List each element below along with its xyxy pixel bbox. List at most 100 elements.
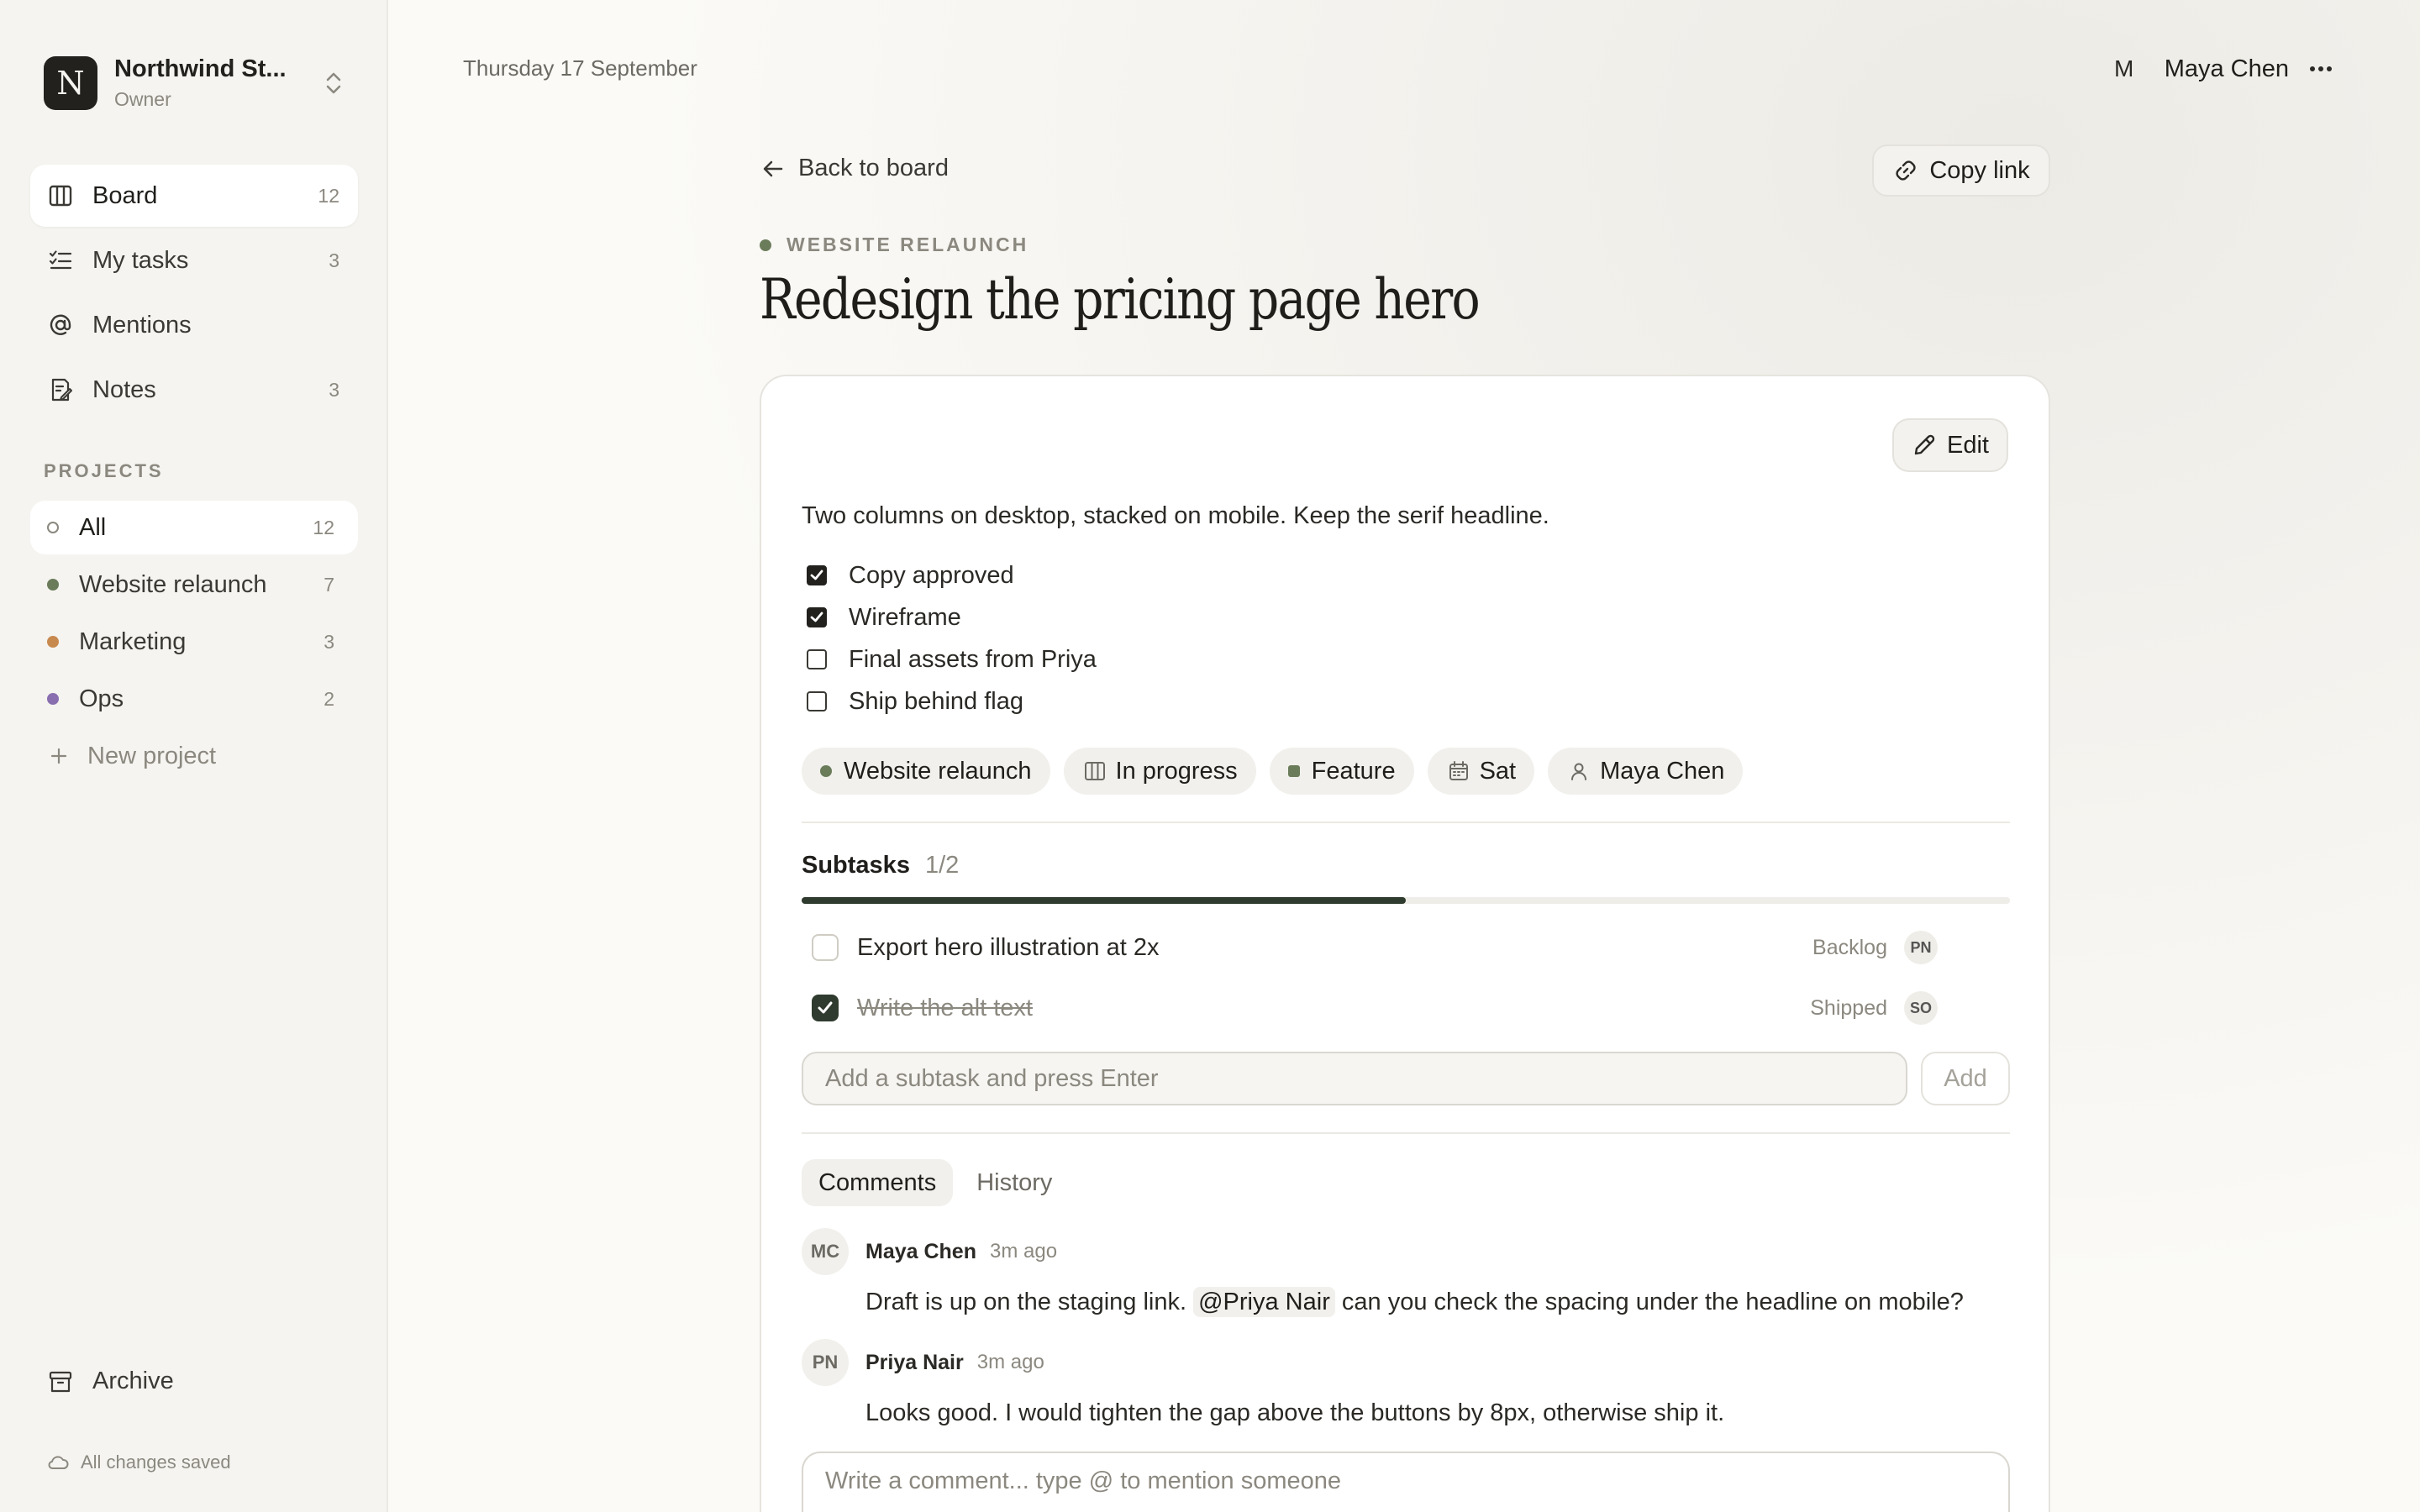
workspace-switcher[interactable]: N Northwind St... Owner (44, 55, 346, 111)
edit-label: Edit (1947, 431, 1989, 459)
current-date: Thursday 17 September (463, 55, 697, 81)
task-title: Redesign the pricing page hero (760, 267, 1481, 332)
checklist-label: Wireframe (849, 603, 961, 631)
project-list: All 12 Website relaunch 7 Marketing 3 Op… (30, 501, 358, 786)
cloud-icon (47, 1454, 69, 1471)
comment-time: 3m ago (989, 1240, 1058, 1263)
project-dot (47, 579, 59, 591)
project-chip[interactable]: Website relaunch (802, 748, 1050, 795)
nav-item-mentions[interactable]: Mentions (30, 294, 358, 356)
type-square (1287, 765, 1300, 777)
avatar[interactable]: M (2100, 45, 2148, 92)
task-project-tag: WEBSITE RELAUNCH (760, 234, 1028, 256)
comment-text: Looks good. I would tighten the gap abov… (865, 1399, 1725, 1426)
user-menu[interactable]: M Maya Chen (2100, 45, 2336, 92)
project-dot (820, 765, 832, 777)
chip-label: Feature (1311, 757, 1396, 785)
plus-icon (45, 743, 72, 769)
project-item-ops[interactable]: Ops 2 (30, 672, 358, 726)
avatar: SO (1904, 991, 1938, 1025)
note-icon (47, 376, 74, 403)
checklist-item[interactable]: Ship behind flag (802, 680, 1097, 722)
list-check-icon (47, 247, 74, 274)
copy-link-button[interactable]: Copy link (1872, 144, 2050, 197)
edit-button[interactable]: Edit (1892, 418, 2008, 472)
main-nav: Board 12 My tasks 3 Mentions Notes 3 (30, 165, 358, 423)
comment-author: Priya Nair (865, 1350, 964, 1374)
add-subtask-button[interactable]: Add (1921, 1052, 2010, 1105)
comment-time: 3m ago (976, 1351, 1044, 1373)
checklist-item[interactable]: Final assets from Priya (802, 638, 1097, 680)
comment-input[interactable] (802, 1452, 2010, 1512)
comment-body: Looks good. I would tighten the gap abov… (865, 1399, 2010, 1427)
type-chip[interactable]: Feature (1269, 748, 1414, 795)
checklist-item[interactable]: Copy approved (802, 554, 1097, 596)
add-subtask-input[interactable] (802, 1052, 1907, 1105)
comment-header: PN Priya Nair 3m ago (802, 1339, 2010, 1386)
more-horizontal-icon[interactable] (2306, 65, 2336, 73)
project-item-website-relaunch[interactable]: Website relaunch 7 (30, 558, 358, 612)
assignee-chip[interactable]: Maya Chen (1548, 748, 1744, 795)
nav-label: Notes (92, 375, 156, 403)
archive-link[interactable]: Archive (47, 1368, 174, 1395)
task-properties: Website relaunch In progress Feature Sat… (802, 748, 1756, 795)
comment-header: MC Maya Chen 3m ago (802, 1228, 2010, 1275)
checkbox-checked[interactable] (807, 565, 827, 585)
pencil-icon (1912, 433, 1937, 458)
avatar: PN (1904, 931, 1938, 964)
checkbox-unchecked[interactable] (807, 649, 827, 669)
comment-text: Draft is up on the staging link. (865, 1289, 1194, 1315)
project-count: 2 (324, 687, 334, 710)
nav-item-my-tasks[interactable]: My tasks 3 (30, 229, 358, 291)
copy-link-label: Copy link (1929, 156, 2030, 184)
checklist-item[interactable]: Wireframe (802, 596, 1097, 638)
workspace-role: Owner (114, 88, 171, 110)
subtasks-heading: Subtasks 1/2 (802, 852, 959, 879)
status-chip[interactable]: In progress (1063, 748, 1256, 795)
tab-history[interactable]: History (960, 1159, 1069, 1206)
divider (802, 1132, 2010, 1134)
subtask-checkbox[interactable] (812, 934, 839, 961)
nav-label: My tasks (92, 246, 189, 274)
subtask-title: Write the alt text (857, 994, 1033, 1021)
tab-comments[interactable]: Comments (802, 1159, 954, 1206)
new-project-button[interactable]: New project (30, 729, 358, 783)
project-label: All (79, 513, 107, 541)
due-date-chip[interactable]: Sat (1427, 748, 1535, 795)
workspace-name: Northwind St... (114, 55, 287, 82)
comment-author: Maya Chen (865, 1239, 976, 1263)
archive-label: Archive (92, 1368, 174, 1394)
project-count: 12 (313, 516, 334, 538)
nav-item-notes[interactable]: Notes 3 (30, 359, 358, 421)
comment: MC Maya Chen 3m ago Draft is up on the s… (802, 1228, 2010, 1317)
subtasks-progress-bar (802, 897, 2010, 904)
task-description: Two columns on desktop, stacked on mobil… (802, 502, 1549, 529)
archive-icon (47, 1368, 74, 1395)
workspace-info: Northwind St... Owner (114, 55, 321, 111)
project-dot (47, 636, 59, 648)
chip-label: Maya Chen (1600, 757, 1725, 785)
subtask-row[interactable]: Write the alt text Shipped SO (802, 983, 2010, 1033)
mention-tag[interactable]: @Priya Nair (1193, 1287, 1335, 1317)
chevron-up-down-icon[interactable] (321, 66, 346, 100)
checkbox-unchecked[interactable] (807, 691, 827, 711)
project-item-marketing[interactable]: Marketing 3 (30, 615, 358, 669)
back-label: Back to board (798, 155, 949, 181)
checklist: Copy approved Wireframe Final assets fro… (802, 554, 1097, 722)
project-tag-label: WEBSITE RELAUNCH (786, 234, 1029, 255)
subtask-row[interactable]: Export hero illustration at 2x Backlog P… (802, 922, 2010, 973)
back-to-board-link[interactable]: Back to board (761, 155, 949, 182)
activity-tabs: Comments History (802, 1159, 1076, 1206)
checklist-label: Final assets from Priya (849, 645, 1097, 673)
link-icon (1892, 157, 1919, 184)
chip-label: In progress (1115, 757, 1238, 785)
projects-heading: PROJECTS (44, 460, 164, 481)
project-item-all[interactable]: All 12 (30, 501, 358, 554)
checkbox-checked[interactable] (807, 607, 827, 627)
nav-count: 12 (318, 184, 339, 207)
calendar-icon (1446, 759, 1471, 784)
progress-fill (802, 897, 1406, 904)
subtask-title: Export hero illustration at 2x (857, 933, 1160, 961)
nav-item-board[interactable]: Board 12 (30, 165, 358, 227)
subtask-checkbox[interactable] (812, 995, 839, 1021)
